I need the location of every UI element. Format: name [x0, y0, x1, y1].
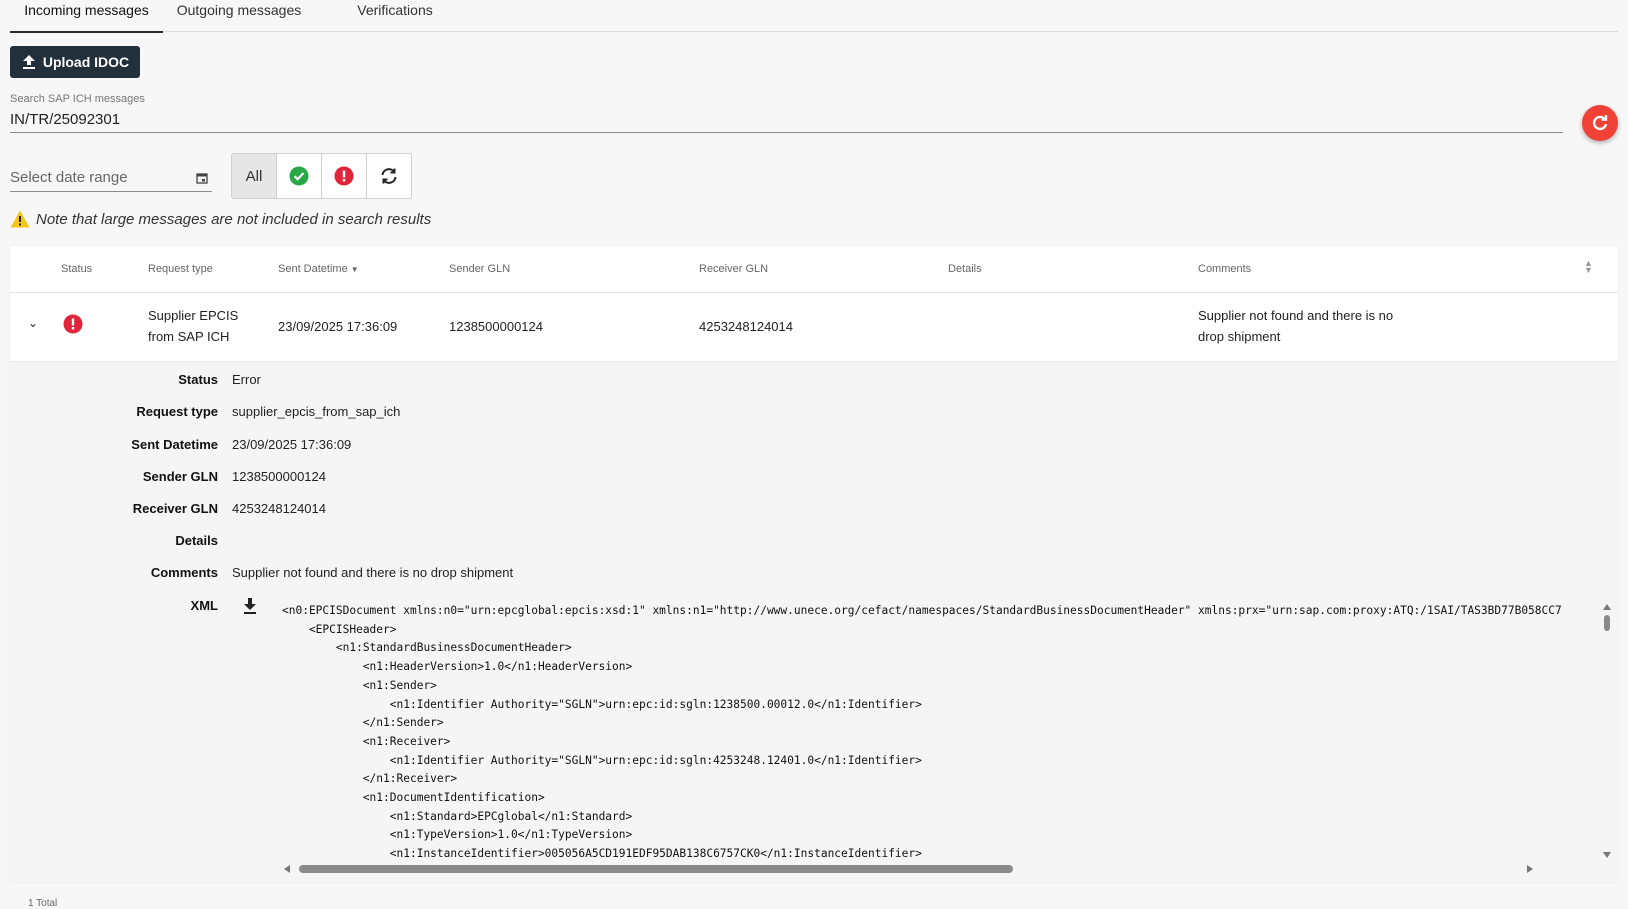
row-comments: Supplier not found and there is no drop …: [1198, 305, 1393, 347]
sync-icon: [381, 168, 397, 184]
date-range-picker[interactable]: [10, 165, 212, 192]
upload-idoc-label: Upload IDOC: [42, 54, 130, 70]
warning-icon: [10, 210, 30, 228]
detail-sent: 23/09/2025 17:36:09: [232, 437, 352, 452]
tab-bar: Incoming messages Outgoing messages Veri…: [10, 0, 1618, 33]
row-sent-datetime: 23/09/2025 17:36:09: [278, 319, 398, 334]
column-comments: Comments: [1198, 263, 1252, 275]
detail-status-label: Status: [178, 372, 218, 387]
tab-incoming-messages[interactable]: Incoming messages: [10, 0, 163, 33]
tab-outgoing-messages[interactable]: Outgoing messages: [173, 0, 305, 31]
search-label: Search SAP ICH messages: [10, 93, 145, 105]
detail-xml-label: XML: [190, 598, 218, 613]
error-icon: [334, 166, 354, 186]
date-range-input[interactable]: [10, 165, 185, 189]
download-icon[interactable]: [243, 598, 257, 614]
detail-comments-label: Comments: [150, 565, 218, 580]
filter-error-button[interactable]: [322, 154, 367, 198]
chevron-down-icon[interactable]: ⌄: [28, 313, 38, 334]
tab-verifications[interactable]: Verifications: [345, 0, 445, 31]
row-request-type-line1: Supplier EPCIS: [148, 308, 239, 323]
error-icon: [63, 314, 83, 334]
row-comments-line2: drop shipment: [1198, 329, 1281, 344]
calendar-icon[interactable]: [196, 172, 208, 184]
filter-pending-button[interactable]: [367, 154, 411, 198]
check-circle-icon: [289, 166, 309, 186]
detail-sender: 1238500000124: [232, 469, 326, 484]
column-sender-gln: Sender GLN: [449, 263, 511, 275]
status-filter-group: All: [231, 153, 412, 199]
column-sent-datetime[interactable]: Sent Datetime ▼: [278, 263, 359, 275]
sort-desc-icon: ▼: [350, 265, 359, 274]
detail-receiver: 4253248124014: [232, 501, 326, 516]
refresh-button[interactable]: [1582, 105, 1618, 141]
column-request-type: Request type: [148, 263, 213, 275]
detail-request-type-label: Request type: [136, 404, 218, 419]
horizontal-scrollbar[interactable]: [282, 862, 1600, 876]
filter-all-button[interactable]: All: [232, 154, 277, 198]
row-receiver-gln: 4253248124014: [699, 319, 793, 334]
upload-idoc-button[interactable]: Upload IDOC: [10, 46, 140, 78]
detail-details-label: Details: [175, 533, 218, 548]
row-comments-line1: Supplier not found and there is no: [1198, 308, 1394, 323]
column-status: Status: [61, 263, 93, 275]
row-sender-gln: 1238500000124: [449, 319, 543, 334]
upload-icon: [22, 55, 35, 69]
messages-table: Status Request type Sent Datetime ▼ Send…: [10, 246, 1618, 882]
row-detail-panel: Status Error Request type supplier_epcis…: [10, 362, 1618, 882]
table-header: Status Request type Sent Datetime ▼ Send…: [10, 246, 1618, 293]
detail-receiver-label: Receiver GLN: [132, 501, 218, 516]
table-row[interactable]: ⌄ Supplier EPCIS from SAP ICH 23/09/2025…: [10, 293, 1618, 362]
detail-comments: Supplier not found and there is no drop …: [232, 565, 514, 580]
detail-request-type: supplier_epcis_from_sap_ich: [232, 404, 401, 419]
refresh-icon: [1592, 115, 1608, 131]
note-text: Note that large messages are not include…: [36, 210, 432, 228]
filter-success-button[interactable]: [277, 154, 322, 198]
column-receiver-gln: Receiver GLN: [699, 263, 769, 275]
detail-status: Error: [232, 372, 261, 387]
detail-sent-label: Sent Datetime: [131, 437, 218, 452]
total-count: 1 Total: [28, 898, 58, 909]
xml-viewer[interactable]: <n0:EPCISDocument xmlns:n0="urn:epcgloba…: [282, 602, 1600, 862]
row-request-type: Supplier EPCIS from SAP ICH: [148, 305, 238, 347]
search-note: Note that large messages are not include…: [10, 210, 431, 228]
detail-sender-label: Sender GLN: [142, 469, 218, 484]
row-request-type-line2: from SAP ICH: [148, 329, 230, 344]
vertical-scrollbar[interactable]: [1600, 602, 1614, 860]
sort-icon[interactable]: ▲ ▼: [1584, 259, 1593, 275]
search-input[interactable]: [10, 106, 1563, 133]
column-details: Details: [948, 263, 982, 275]
column-sent-datetime-label: Sent Datetime: [278, 263, 348, 275]
xml-content: <n0:EPCISDocument xmlns:n0="urn:epcgloba…: [282, 604, 1562, 861]
